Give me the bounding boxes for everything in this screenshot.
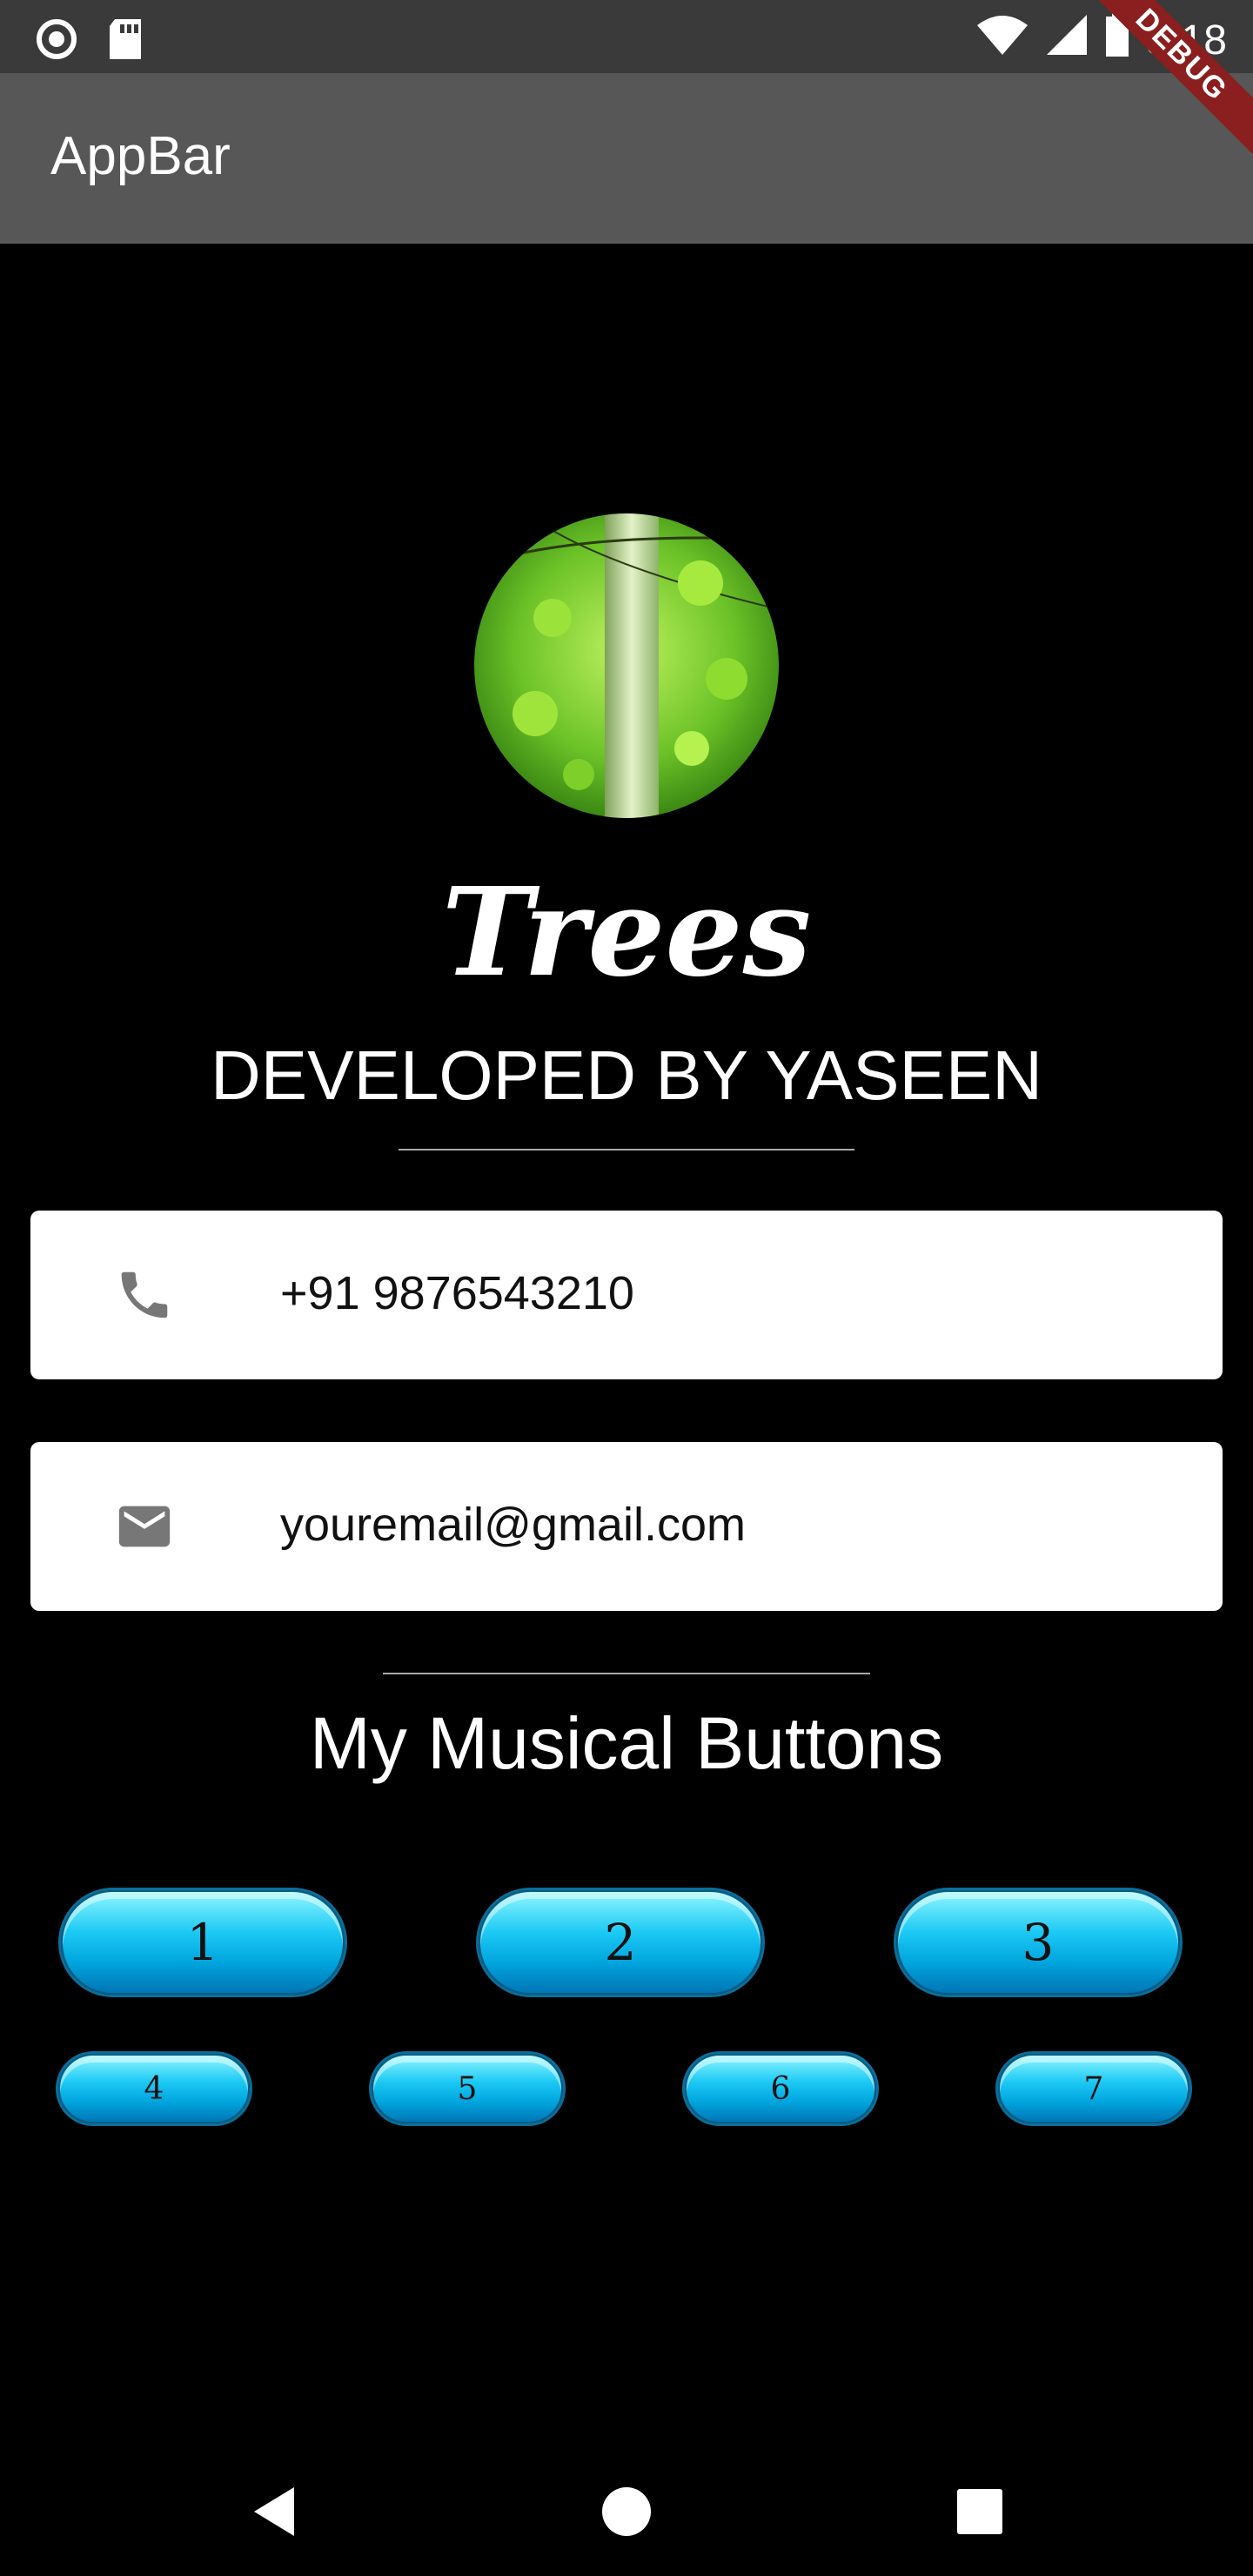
app-bar: AppBar [0, 73, 1253, 244]
email-text: youremail@gmail.com [280, 1499, 746, 1551]
divider [399, 1149, 854, 1150]
phone-icon [114, 1265, 175, 1325]
musical-button-7[interactable]: 7 [998, 2054, 1189, 2123]
mail-icon [114, 1496, 175, 1557]
musical-button-4[interactable]: 4 [58, 2054, 250, 2123]
recents-icon[interactable] [948, 2480, 1011, 2543]
phone-text: +91 9876543210 [280, 1267, 634, 1319]
sd-card-icon [106, 17, 144, 65]
profile-name: Trees [441, 862, 812, 1004]
navigation-bar [0, 2445, 1253, 2576]
back-icon[interactable] [244, 2480, 306, 2543]
status-bar: 8:18 [0, 0, 1253, 73]
musical-button-2[interactable]: 2 [479, 1890, 762, 1995]
home-icon[interactable] [595, 2480, 658, 2543]
signal-icon [1045, 13, 1089, 67]
section-title: My Musical Buttons [309, 1702, 944, 1784]
musical-button-5[interactable]: 5 [372, 2054, 563, 2123]
record-icon [35, 17, 78, 65]
divider [383, 1673, 870, 1674]
trees-image [474, 513, 779, 818]
musical-button-3[interactable]: 3 [896, 1890, 1180, 1995]
phone-card[interactable]: +91 9876543210 [30, 1211, 1223, 1379]
app-bar-title: AppBar [50, 126, 231, 186]
email-card[interactable]: youremail@gmail.com [30, 1442, 1223, 1611]
wifi-icon [975, 13, 1029, 67]
musical-button-1[interactable]: 1 [61, 1890, 345, 1995]
profile-subtitle: DEVELOPED BY YASEEN [211, 1036, 1042, 1114]
musical-button-6[interactable]: 6 [685, 2054, 876, 2123]
avatar [474, 513, 779, 818]
